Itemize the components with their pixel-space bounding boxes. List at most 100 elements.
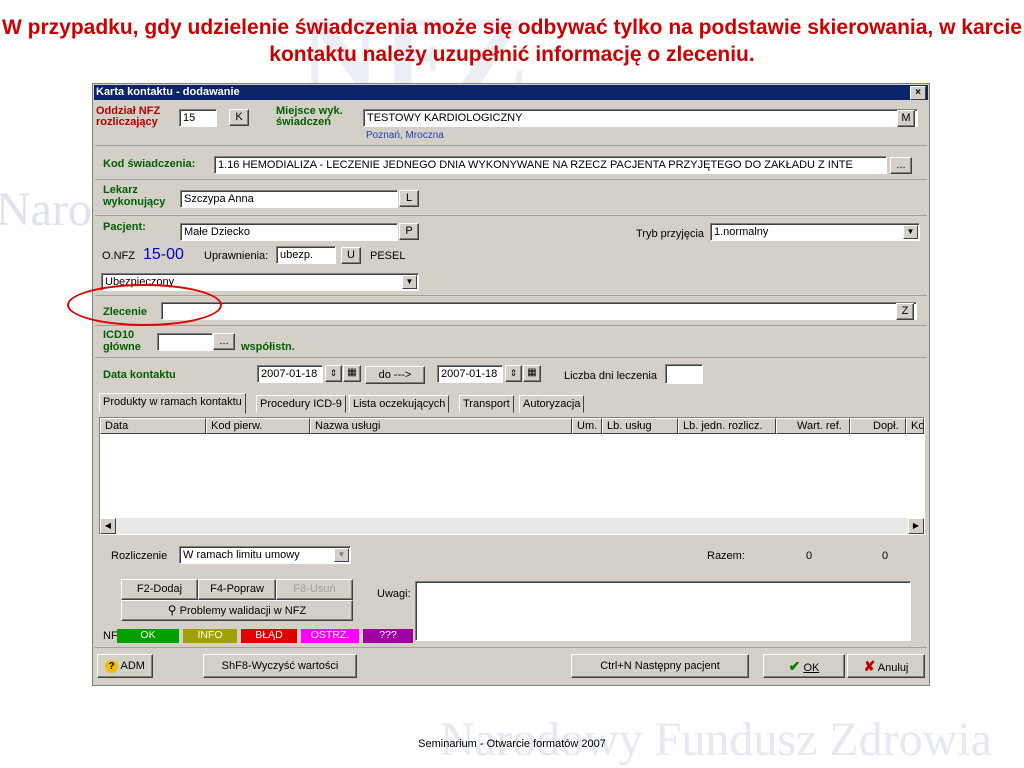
chevron-down-icon[interactable]: ▼ [402, 275, 417, 289]
window-titlebar: Karta kontaktu - dodawanie × [94, 85, 928, 100]
column-header-lb-uslug[interactable]: Lb. usług [602, 418, 678, 434]
wspolistn-label: współistn. [241, 341, 295, 353]
rozliczenie-select[interactable]: W ramach limitu umowy ▼ [179, 546, 351, 564]
uwagi-label: Uwagi: [377, 588, 411, 600]
anuluj-label: Anuluj [877, 662, 909, 674]
pacjent-label: Pacjent: [103, 221, 146, 233]
oddzial-label: Oddział NFZ rozliczający [96, 105, 161, 128]
close-button[interactable]: × [910, 86, 926, 100]
popraw-button[interactable]: F4-Popraw [198, 579, 276, 600]
problemy-walidacji-label: Problemy walidacji w NFZ [179, 605, 307, 617]
pacjent-p-button[interactable]: P [399, 223, 419, 240]
adm-button[interactable]: ? ADM [97, 654, 153, 678]
spin-icon[interactable]: ⇕ [505, 365, 522, 382]
razem-value-2: 0 [882, 550, 889, 562]
magnifier-icon: ⚲ [167, 603, 177, 617]
divider [95, 215, 927, 216]
nfz-status-2: INFO [183, 629, 237, 643]
column-header-um[interactable]: Um. [572, 418, 602, 434]
wyczysc-button[interactable]: ShF8-Wyczyść wartości [203, 654, 357, 678]
column-header-dopl[interactable]: Dopł. [850, 418, 906, 434]
dodaj-button[interactable]: F2-Dodaj [121, 579, 198, 600]
usun-button[interactable]: F8-Usuń [276, 579, 353, 600]
oddzial-field[interactable]: 15 [179, 109, 217, 127]
uwagi-field[interactable] [415, 581, 911, 641]
onfz-label: O.NFZ [102, 250, 135, 262]
lekarz-field[interactable]: Szczypa Anna [180, 190, 398, 208]
scroll-left-icon[interactable]: ◀ [100, 518, 116, 534]
razem-label: Razem: [707, 550, 745, 562]
problemy-walidacji-button[interactable]: ⚲ Problemy walidacji w NFZ [121, 600, 353, 621]
horizontal-scrollbar[interactable]: ◀ ▶ [100, 518, 924, 534]
oddzial-k-button[interactable]: K [229, 109, 249, 126]
tab-produkty[interactable]: Produkty w ramach kontaktu [99, 393, 246, 414]
liczba-dni-field[interactable] [665, 364, 703, 384]
data-od-field[interactable]: 2007-01-18 [257, 365, 323, 383]
divider [95, 325, 927, 326]
calendar-icon[interactable]: ▦ [343, 365, 361, 382]
miejsce-m-button[interactable]: M [897, 110, 915, 127]
data-kontaktu-label: Data kontaktu [103, 369, 176, 381]
uprawnienia-field[interactable]: ubezp. [276, 246, 336, 264]
chevron-down-icon[interactable]: ▼ [334, 548, 349, 562]
nfz-status-4: OSTRZ. [301, 629, 359, 643]
tab-lista-oczekujacych[interactable]: Lista oczekujących [349, 395, 450, 413]
rozliczenie-label: Rozliczenie [111, 550, 168, 562]
onfz-value: 15-00 [143, 246, 184, 263]
lekarz-l-button[interactable]: L [399, 190, 419, 207]
zlecenie-z-button[interactable]: Z [896, 303, 914, 320]
divider [95, 145, 927, 146]
tryb-przyjecia-select[interactable]: 1.normalny ▼ [710, 223, 920, 241]
divider [95, 647, 927, 648]
icd10-field[interactable] [157, 333, 213, 351]
column-header-kod[interactable]: Kod pierw. [206, 418, 310, 434]
spin-icon[interactable]: ⇕ [325, 365, 342, 382]
uprawnienia-label: Uprawnienia: [204, 250, 269, 262]
tryb-przyjecia-value: 1.normalny [714, 226, 769, 238]
anuluj-button[interactable]: ✘ Anuluj [847, 654, 925, 678]
slide-footer: Seminarium - Otwarcie formatów 2007 [418, 738, 606, 750]
tab-procedury[interactable]: Procedury ICD-9 [256, 395, 346, 413]
tab-autoryzacja[interactable]: Autoryzacja [519, 395, 585, 413]
pacjent-field[interactable]: Małe Dziecko [180, 223, 398, 241]
kod-swiadczenia-field[interactable]: 1.16 HEMODIALIZA - LECZENIE JEDNEGO DNIA… [214, 156, 887, 174]
miejsce-field[interactable]: TESTOWY KARDIOLOGICZNY [363, 109, 918, 127]
icd10-browse-button[interactable]: ... [213, 333, 235, 350]
zlecenie-field[interactable] [161, 302, 917, 320]
rozliczenie-value: W ramach limitu umowy [183, 549, 300, 561]
divider [95, 295, 927, 296]
do-button[interactable]: do ---> [365, 366, 425, 384]
zlecenie-label: Zlecenie [103, 306, 148, 318]
ubezpieczenie-select[interactable]: Ubezpieczony ▼ [101, 273, 419, 291]
ok-label: OK [803, 662, 820, 674]
uprawnienia-u-button[interactable]: U [341, 247, 361, 264]
tryb-przyjecia-label: Tryb przyjęcia [636, 228, 705, 240]
tab-transport[interactable]: Transport [459, 395, 514, 413]
icd10-label: ICD10 główne [103, 329, 141, 353]
scroll-right-icon[interactable]: ▶ [908, 518, 924, 534]
nfz-status-5: ??? [363, 629, 413, 643]
column-header-ko[interactable]: Ko [906, 418, 924, 434]
divider [95, 357, 927, 358]
column-header-data[interactable]: Data [100, 418, 206, 434]
pesel-label: PESEL [370, 250, 406, 262]
column-header-lb-jedn[interactable]: Lb. jedn. rozlicz. [678, 418, 776, 434]
lekarz-label: Lekarz wykonujący [103, 184, 166, 208]
kod-browse-button[interactable]: ... [890, 157, 912, 174]
chevron-down-icon[interactable]: ▼ [903, 225, 918, 239]
column-header-nazwa[interactable]: Nazwa usługi [310, 418, 572, 434]
calendar-icon[interactable]: ▦ [523, 365, 541, 382]
products-table[interactable]: Data Kod pierw. Nazwa usługi Um. Lb. usł… [99, 417, 925, 535]
data-do-field[interactable]: 2007-01-18 [437, 365, 503, 383]
divider [95, 179, 927, 180]
slide-headline: W przypadku, gdy udzielenie świadczenia … [2, 16, 1022, 66]
miejsce-address: Poznań, Mroczna [366, 130, 444, 141]
ubezpieczenie-value: Ubezpieczony [105, 276, 175, 288]
cancel-x-icon: ✘ [863, 658, 876, 674]
column-header-wart[interactable]: Wart. ref. [776, 418, 850, 434]
miejsce-label: Miejsce wyk. świadczeń [276, 105, 343, 128]
help-icon: ? [105, 660, 119, 673]
ok-button[interactable]: ✔ OK [763, 654, 845, 678]
nfz-status-3: BŁĄD [241, 629, 297, 643]
nastepny-pacjent-button[interactable]: Ctrl+N Następny pacjent [571, 654, 749, 678]
